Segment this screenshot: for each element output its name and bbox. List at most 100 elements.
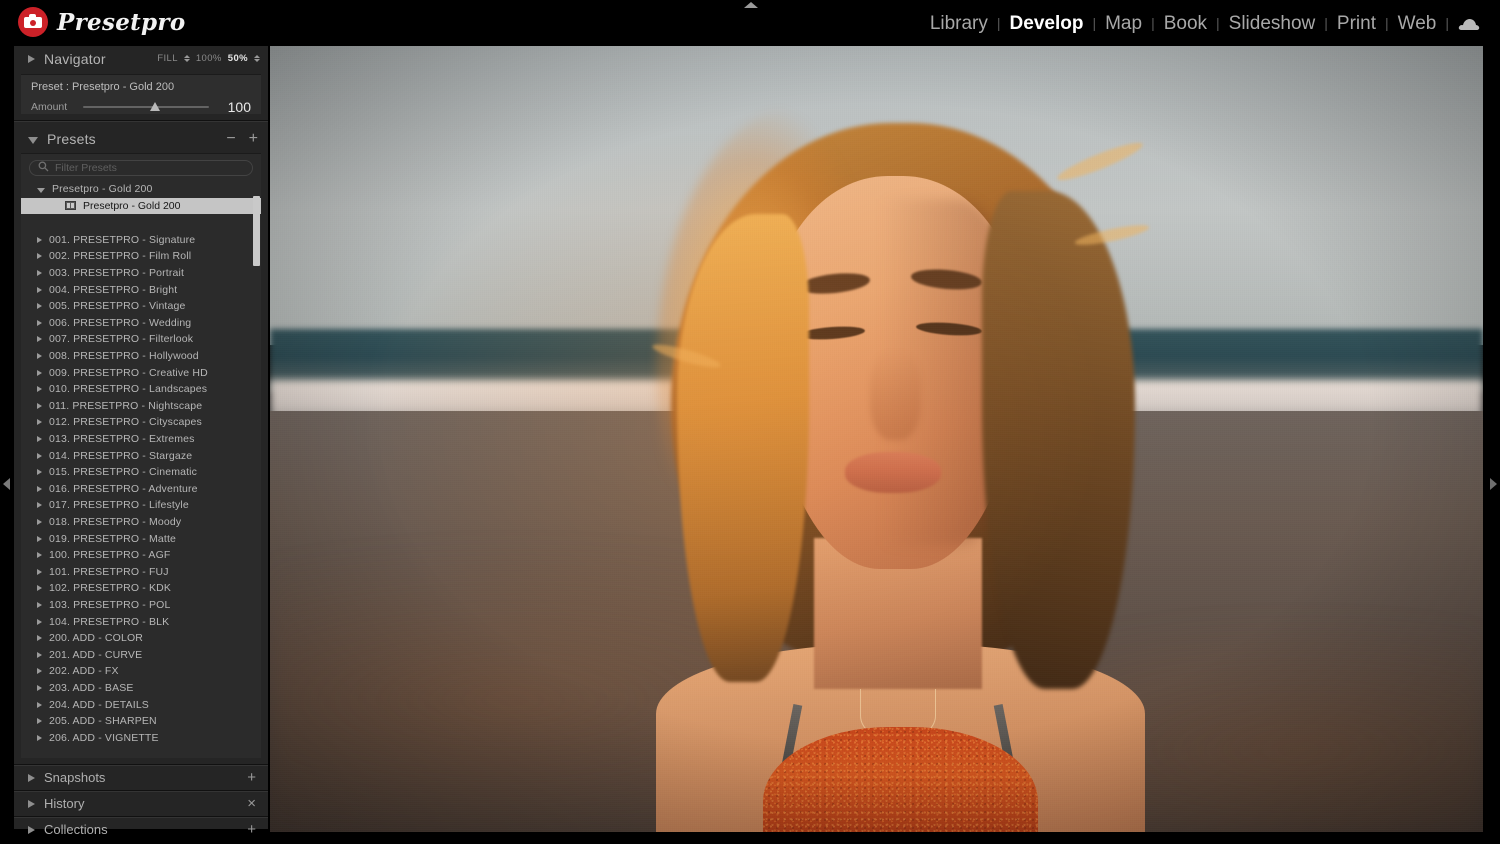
module-book[interactable]: Book — [1155, 13, 1216, 35]
preset-group-row[interactable]: 104. PRESETPRO - BLK — [21, 613, 261, 630]
chevron-right-icon[interactable] — [37, 253, 42, 259]
module-develop[interactable]: Develop — [1001, 13, 1093, 35]
preset-group-row[interactable]: 203. ADD - BASE — [21, 680, 261, 697]
chevron-right-icon[interactable] — [37, 519, 42, 525]
cloud-icon[interactable] — [1449, 17, 1486, 31]
chevron-right-icon[interactable] — [37, 602, 42, 608]
add-preset-button[interactable]: + — [249, 131, 258, 147]
history-panel-header[interactable]: History × — [14, 791, 268, 816]
chevron-right-icon[interactable] — [37, 303, 42, 309]
preset-group-row[interactable]: 018. PRESETPRO - Moody — [21, 514, 261, 531]
preset-group-row[interactable]: 010. PRESETPRO - Landscapes — [21, 381, 261, 398]
chevron-right-icon[interactable] — [37, 436, 42, 442]
chevron-right-icon[interactable] — [37, 718, 42, 724]
chevron-right-icon[interactable] — [37, 336, 42, 342]
chevron-right-icon[interactable] — [37, 702, 42, 708]
preset-group-row[interactable]: 005. PRESETPRO - Vintage — [21, 298, 261, 315]
chevron-down-icon[interactable] — [28, 137, 38, 144]
preset-group-row[interactable]: 017. PRESETPRO - Lifestyle — [21, 497, 261, 514]
chevron-right-icon[interactable] — [37, 585, 42, 591]
zoom-ratio-stepper[interactable] — [254, 55, 260, 62]
clear-history-button[interactable]: × — [247, 796, 256, 811]
preset-group-row[interactable]: 103. PRESETPRO - POL — [21, 597, 261, 614]
chevron-right-icon[interactable] — [28, 800, 35, 808]
chevron-right-icon[interactable] — [37, 237, 42, 243]
chevron-right-icon[interactable] — [37, 453, 42, 459]
presets-panel-header[interactable]: Presets − + — [14, 127, 268, 151]
zoom-fill[interactable]: FILL — [157, 53, 178, 64]
chevron-right-icon[interactable] — [37, 287, 42, 293]
chevron-right-icon[interactable] — [37, 419, 42, 425]
preset-group-row[interactable]: 001. PRESETPRO - Signature — [21, 232, 261, 249]
preset-group-row[interactable]: 012. PRESETPRO - Cityscapes — [21, 414, 261, 431]
module-map[interactable]: Map — [1096, 13, 1151, 35]
chevron-right-icon[interactable] — [37, 685, 42, 691]
chevron-right-icon[interactable] — [37, 320, 42, 326]
preset-group-row[interactable]: 019. PRESETPRO - Matte — [21, 530, 261, 547]
zoom-fill-stepper[interactable] — [184, 55, 190, 62]
preset-group-row[interactable]: 009. PRESETPRO - Creative HD — [21, 364, 261, 381]
chevron-right-icon[interactable] — [37, 668, 42, 674]
chevron-right-icon[interactable] — [37, 403, 42, 409]
chevron-right-icon[interactable] — [28, 826, 35, 834]
preset-group-row[interactable]: 008. PRESETPRO - Hollywood — [21, 348, 261, 365]
chevron-right-icon[interactable] — [37, 270, 42, 276]
snapshots-panel-header[interactable]: Snapshots + — [14, 765, 268, 790]
preset-group-row[interactable]: 100. PRESETPRO - AGF — [21, 547, 261, 564]
add-snapshot-button[interactable]: + — [247, 770, 256, 785]
left-panel-collapse-arrow[interactable] — [3, 478, 10, 490]
preset-group-row[interactable]: 204. ADD - DETAILS — [21, 696, 261, 713]
module-slideshow[interactable]: Slideshow — [1220, 13, 1325, 35]
chevron-right-icon[interactable] — [37, 635, 42, 641]
preset-group-row[interactable]: 202. ADD - FX — [21, 663, 261, 680]
preset-group-row[interactable]: 200. ADD - COLOR — [21, 630, 261, 647]
chevron-right-icon[interactable] — [28, 55, 35, 63]
preset-item-selected[interactable]: Presetpro - Gold 200 — [21, 198, 261, 214]
search-input[interactable] — [55, 162, 244, 174]
amount-slider[interactable] — [83, 101, 209, 113]
right-panel-collapse-arrow[interactable] — [1490, 478, 1497, 490]
image-preview-stage[interactable] — [270, 46, 1483, 832]
preset-group-row[interactable]: 007. PRESETPRO - Filterlook — [21, 331, 261, 348]
preset-group-row[interactable]: 011. PRESETPRO - Nightscape — [21, 398, 261, 415]
preset-group-row[interactable]: 206. ADD - VIGNETTE — [21, 729, 261, 746]
navigator-header[interactable]: Navigator FILL 100% 50% — [14, 46, 268, 71]
collections-panel-header[interactable]: Collections + — [14, 817, 268, 842]
brand-logo[interactable]: Presetpro — [18, 7, 186, 37]
chevron-right-icon[interactable] — [37, 619, 42, 625]
chevron-right-icon[interactable] — [37, 735, 42, 741]
zoom-50[interactable]: 50% — [228, 53, 248, 64]
chevron-right-icon[interactable] — [37, 353, 42, 359]
preset-group-row[interactable]: 004. PRESETPRO - Bright — [21, 281, 261, 298]
remove-preset-button[interactable]: − — [226, 131, 235, 147]
module-library[interactable]: Library — [921, 13, 997, 35]
chevron-right-icon[interactable] — [37, 552, 42, 558]
preset-group-row[interactable]: 102. PRESETPRO - KDK — [21, 580, 261, 597]
amount-value[interactable]: 100 — [217, 99, 251, 115]
filter-presets-field[interactable] — [29, 160, 253, 176]
module-web[interactable]: Web — [1389, 13, 1446, 35]
slider-handle[interactable] — [150, 102, 160, 111]
chevron-right-icon[interactable] — [37, 536, 42, 542]
chevron-right-icon[interactable] — [28, 774, 35, 782]
chevron-right-icon[interactable] — [37, 370, 42, 376]
preset-group-row[interactable]: 013. PRESETPRO - Extremes — [21, 431, 261, 448]
chevron-right-icon[interactable] — [37, 652, 42, 658]
top-panel-collapse-arrow[interactable] — [744, 2, 758, 8]
preset-group-row[interactable]: 201. ADD - CURVE — [21, 646, 261, 663]
chevron-right-icon[interactable] — [37, 469, 42, 475]
preset-group-row[interactable]: 003. PRESETPRO - Portrait — [21, 265, 261, 282]
zoom-100[interactable]: 100% — [196, 53, 222, 64]
module-print[interactable]: Print — [1328, 13, 1385, 35]
chevron-right-icon[interactable] — [37, 486, 42, 492]
preset-group-row[interactable]: 014. PRESETPRO - Stargaze — [21, 447, 261, 464]
presets-scrollbar[interactable] — [253, 196, 260, 266]
preset-group-row[interactable]: 101. PRESETPRO - FUJ — [21, 563, 261, 580]
preset-group-row[interactable]: Presetpro - Gold 200 — [21, 181, 261, 198]
preset-group-row[interactable]: 006. PRESETPRO - Wedding — [21, 315, 261, 332]
preset-group-row[interactable]: 015. PRESETPRO - Cinematic — [21, 464, 261, 481]
chevron-right-icon[interactable] — [37, 569, 42, 575]
chevron-right-icon[interactable] — [37, 386, 42, 392]
preset-group-row[interactable]: 016. PRESETPRO - Adventure — [21, 481, 261, 498]
chevron-right-icon[interactable] — [37, 502, 42, 508]
